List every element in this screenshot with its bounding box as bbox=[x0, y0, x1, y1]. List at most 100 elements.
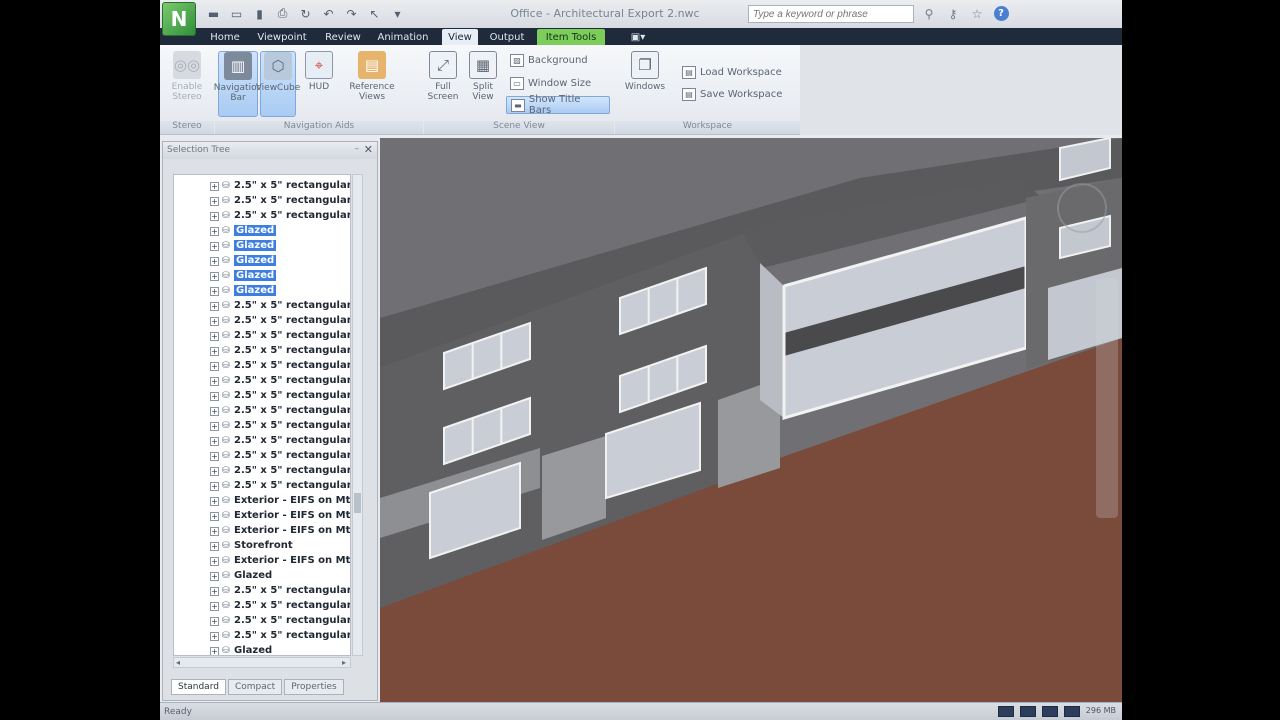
expand-icon[interactable]: + bbox=[210, 527, 219, 536]
pencil-indicator-icon[interactable] bbox=[997, 706, 1014, 717]
save-workspace-button[interactable]: ▤ Save Workspace bbox=[678, 85, 794, 103]
tree-row[interactable]: + ⛁ 2.5" x 5" rectangular bbox=[174, 449, 350, 464]
tree-row[interactable]: + ⛁ 2.5" x 5" rectangular bbox=[174, 464, 350, 479]
reference-views-button[interactable]: ▤ Reference Views bbox=[346, 51, 398, 117]
expand-icon[interactable]: + bbox=[210, 497, 219, 506]
tree-row[interactable]: + ⛁ 2.5" x 5" rectangular bbox=[174, 419, 350, 434]
redo-icon[interactable]: ↷ bbox=[342, 5, 361, 22]
tree-row[interactable]: + ⛁ 2.5" x 5" rectangular bbox=[174, 194, 350, 209]
tree-row[interactable]: + ⛁ Storefront bbox=[174, 539, 350, 554]
tree-row[interactable]: + ⛁ Glazed bbox=[174, 224, 350, 239]
tab-view[interactable]: View bbox=[442, 29, 478, 45]
expand-icon[interactable]: + bbox=[210, 482, 219, 491]
tree-row[interactable]: + ⛁ 2.5" x 5" rectangular bbox=[174, 314, 350, 329]
expand-icon[interactable]: + bbox=[210, 422, 219, 431]
scene-viewport[interactable] bbox=[380, 138, 1122, 702]
tab-animation[interactable]: Animation bbox=[374, 29, 432, 45]
tree-row[interactable]: + ⛁ 2.5" x 5" rectangular bbox=[174, 374, 350, 389]
load-workspace-button[interactable]: ▤ Load Workspace bbox=[678, 63, 794, 81]
tree-row[interactable]: + ⛁ Exterior - EIFS on Mtl. bbox=[174, 524, 350, 539]
expand-icon[interactable]: + bbox=[210, 467, 219, 476]
expand-icon[interactable]: + bbox=[210, 512, 219, 521]
expand-icon[interactable]: + bbox=[210, 182, 219, 191]
tree-row[interactable]: + ⛁ Glazed bbox=[174, 569, 350, 584]
expand-icon[interactable]: + bbox=[210, 272, 219, 281]
tree-row[interactable]: + ⛁ Glazed bbox=[174, 644, 350, 655]
dropdown-icon[interactable]: ▾ bbox=[388, 5, 407, 22]
expand-icon[interactable]: + bbox=[210, 227, 219, 236]
tree-row[interactable]: + ⛁ 2.5" x 5" rectangular bbox=[174, 584, 350, 599]
disk-indicator-icon[interactable] bbox=[1019, 706, 1036, 717]
tree-row[interactable]: + ⛁ 2.5" x 5" rectangular bbox=[174, 599, 350, 614]
scroll-right-icon[interactable]: ▸ bbox=[342, 658, 346, 667]
tree-row[interactable]: + ⛁ 2.5" x 5" rectangular bbox=[174, 629, 350, 644]
expand-icon[interactable]: + bbox=[210, 587, 219, 596]
select-icon[interactable]: ↖ bbox=[365, 5, 384, 22]
tree-row[interactable]: + ⛁ 2.5" x 5" rectangular bbox=[174, 179, 350, 194]
navigation-bar-button[interactable]: ▥ Navigation Bar bbox=[214, 51, 262, 117]
window-size-button[interactable]: ▭ Window Size bbox=[506, 74, 602, 92]
expand-icon[interactable]: + bbox=[210, 332, 219, 341]
scrollbar-thumb[interactable] bbox=[354, 493, 361, 513]
tree-row[interactable]: + ⛁ Glazed bbox=[174, 284, 350, 299]
web-indicator-icon[interactable] bbox=[1041, 706, 1058, 717]
tree-row[interactable]: + ⛁ 2.5" x 5" rectangular bbox=[174, 299, 350, 314]
save-icon[interactable]: ▮ bbox=[250, 5, 269, 22]
application-button[interactable]: N bbox=[162, 2, 196, 36]
full-screen-button[interactable]: ⤢ Full Screen bbox=[424, 51, 462, 117]
key-icon[interactable]: ⚷ bbox=[944, 5, 962, 22]
expand-icon[interactable]: + bbox=[210, 542, 219, 551]
tree-vertical-scrollbar[interactable] bbox=[352, 174, 363, 656]
binoculars-icon[interactable]: ⚲ bbox=[920, 5, 938, 22]
star-icon[interactable]: ☆ bbox=[968, 5, 986, 22]
expand-icon[interactable]: + bbox=[210, 452, 219, 461]
expand-icon[interactable]: + bbox=[210, 317, 219, 326]
expand-icon[interactable]: + bbox=[210, 287, 219, 296]
expand-icon[interactable]: + bbox=[210, 212, 219, 221]
group-stereo[interactable]: Stereo bbox=[160, 121, 214, 134]
selection-tree[interactable]: + ⛁ 2.5" x 5" rectangular + ⛁ 2.5" x 5" recta… bbox=[173, 174, 351, 656]
expand-icon[interactable]: + bbox=[210, 602, 219, 611]
tree-row[interactable]: + ⛁ Exterior - EIFS on Mtl. bbox=[174, 509, 350, 524]
tab-properties[interactable]: Properties bbox=[284, 679, 344, 695]
expand-icon[interactable]: + bbox=[210, 347, 219, 356]
expand-icon[interactable]: + bbox=[210, 362, 219, 371]
search-input[interactable] bbox=[748, 5, 914, 23]
open-icon[interactable]: ▭ bbox=[227, 5, 246, 22]
tree-row[interactable]: + ⛁ 2.5" x 5" rectangular bbox=[174, 344, 350, 359]
windows-button[interactable]: ❐ Windows bbox=[622, 51, 668, 117]
expand-icon[interactable]: + bbox=[210, 572, 219, 581]
tab-compact[interactable]: Compact bbox=[227, 679, 283, 695]
tree-row[interactable]: + ⛁ Glazed bbox=[174, 239, 350, 254]
tree-row[interactable]: + ⛁ Exterior - EIFS on Mtl. bbox=[174, 494, 350, 509]
tab-output[interactable]: Output bbox=[486, 29, 528, 45]
app-new-icon[interactable]: ▬ bbox=[204, 5, 223, 22]
expand-icon[interactable]: + bbox=[210, 632, 219, 641]
scroll-left-icon[interactable]: ◂ bbox=[176, 658, 180, 667]
split-view-button[interactable]: ▦ Split View bbox=[466, 51, 500, 117]
expand-icon[interactable]: + bbox=[210, 647, 219, 655]
tab-standard[interactable]: Standard bbox=[171, 679, 226, 695]
help-icon[interactable]: ? bbox=[992, 5, 1010, 22]
tab-review[interactable]: Review bbox=[322, 29, 364, 45]
expand-icon[interactable]: + bbox=[210, 407, 219, 416]
tab-home[interactable]: Home bbox=[206, 29, 244, 45]
memory-indicator-icon[interactable] bbox=[1063, 706, 1080, 717]
tree-row[interactable]: + ⛁ 2.5" x 5" rectangular bbox=[174, 359, 350, 374]
tree-row[interactable]: + ⛁ 2.5" x 5" rectangular bbox=[174, 434, 350, 449]
tree-row[interactable]: + ⛁ 2.5" x 5" rectangular bbox=[174, 329, 350, 344]
tab-viewpoint[interactable]: Viewpoint bbox=[254, 29, 310, 45]
tree-row[interactable]: + ⛁ 2.5" x 5" rectangular bbox=[174, 404, 350, 419]
expand-icon[interactable]: + bbox=[210, 557, 219, 566]
tree-row[interactable]: + ⛁ Glazed bbox=[174, 269, 350, 284]
print-icon[interactable]: ⎙ bbox=[273, 5, 292, 22]
enable-stereo-button[interactable]: ◎◎ Enable Stereo bbox=[166, 51, 208, 117]
pin-icon[interactable]: – bbox=[355, 144, 360, 154]
refresh-icon[interactable]: ↻ bbox=[296, 5, 315, 22]
expand-icon[interactable]: + bbox=[210, 617, 219, 626]
tree-row[interactable]: + ⛁ Glazed bbox=[174, 254, 350, 269]
expand-icon[interactable]: + bbox=[210, 437, 219, 446]
background-button[interactable]: ▨ Background bbox=[506, 51, 602, 69]
expand-icon[interactable]: + bbox=[210, 197, 219, 206]
expand-icon[interactable]: + bbox=[210, 392, 219, 401]
